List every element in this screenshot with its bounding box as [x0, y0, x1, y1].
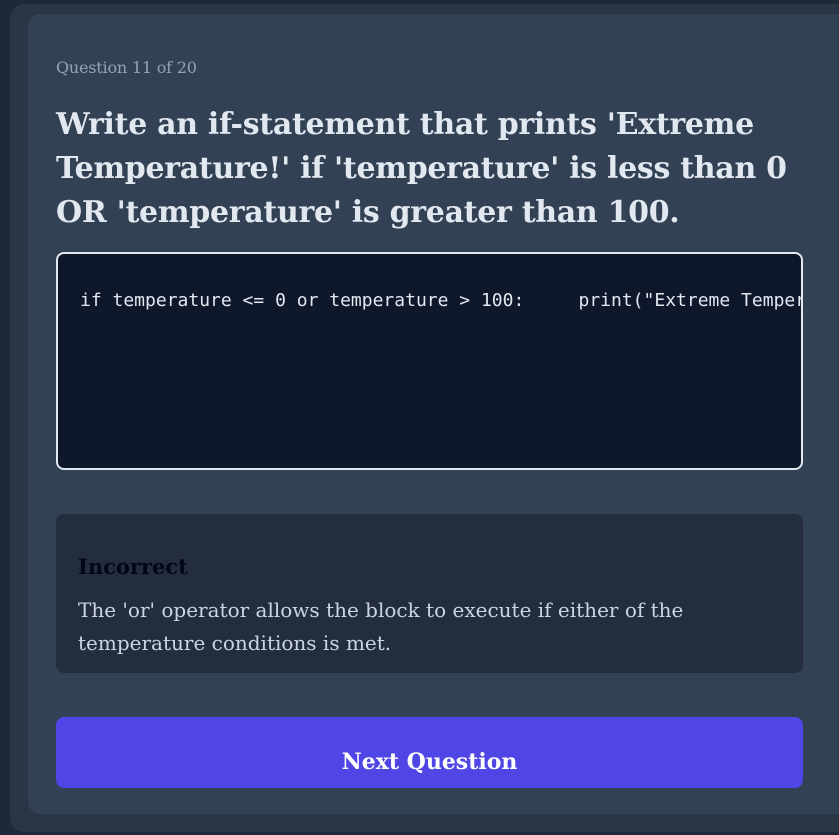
code-answer-text: if temperature <= 0 or temperature > 100… [80, 290, 801, 311]
code-answer-editor[interactable]: if temperature <= 0 or temperature > 100… [56, 252, 803, 470]
feedback-status: Incorrect [78, 554, 188, 579]
feedback-explanation: The 'or' operator allows the block to ex… [78, 598, 684, 655]
question-text: Write an if-statement that prints 'Extre… [56, 107, 787, 230]
next-question-button[interactable]: Next Question [56, 717, 803, 788]
next-question-label: Next Question [341, 749, 518, 775]
question-progress: Question 11 of 20 [56, 58, 197, 77]
feedback-panel: Incorrect The 'or' operator allows the b… [56, 514, 803, 673]
